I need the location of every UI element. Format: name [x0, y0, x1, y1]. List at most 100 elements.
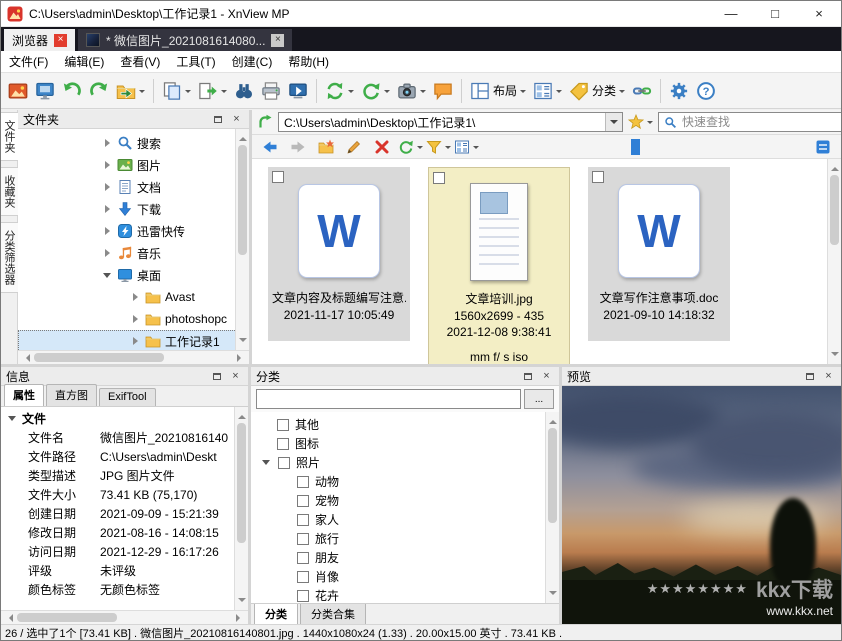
tab-close-icon[interactable] [271, 34, 284, 47]
folder-item-music[interactable]: 音乐 [18, 242, 249, 264]
property-row[interactable]: 修改日期2021-08-16 - 14:08:15 [4, 523, 233, 542]
category-checkbox[interactable] [297, 476, 309, 488]
tab-properties[interactable]: 属性 [4, 384, 44, 406]
file-item-selected[interactable]: 文章培训.jpg 1560x2699 - 435 2021-12-08 9:38… [428, 167, 570, 364]
tab-categories[interactable]: 分类 [254, 604, 298, 626]
folder-item-work-log[interactable]: 工作记录1 [18, 330, 249, 350]
scroll-thumb[interactable] [17, 613, 117, 622]
folder-item-desktop[interactable]: 桌面 [18, 264, 249, 286]
parent-folder-button[interactable] [257, 112, 273, 132]
expander-icon[interactable] [102, 270, 113, 281]
category-item-travel[interactable]: 旅行 [259, 529, 543, 548]
scroll-left-icon[interactable] [5, 614, 13, 622]
back-button[interactable] [257, 137, 283, 157]
tab-exiftool[interactable]: ExifTool [99, 388, 156, 406]
file-item[interactable]: 文章写作注意事项.doc 2021-09-10 14:18:32 [588, 167, 730, 341]
categories-vertical-scrollbar[interactable] [545, 412, 559, 603]
tab-category-sets[interactable]: 分类合集 [300, 604, 366, 626]
category-checkbox[interactable] [278, 457, 290, 469]
property-row[interactable]: 文件名微信图片_20210816140 [4, 428, 233, 447]
float-panel-button[interactable] [520, 369, 535, 384]
menu-create[interactable]: 创建(C) [224, 51, 281, 72]
expander-icon[interactable] [261, 457, 272, 468]
folder-item-pictures[interactable]: 图片 [18, 154, 249, 176]
copy-to-folder-button[interactable] [159, 77, 194, 105]
info-horizontal-scrollbar[interactable] [1, 610, 248, 624]
scroll-up-icon[interactable] [831, 163, 839, 171]
sidebar-tab-favorites[interactable]: 收藏夹 [0, 167, 19, 216]
expander-icon[interactable] [102, 160, 113, 171]
property-row[interactable]: 评级未评级 [4, 561, 233, 580]
info-vertical-scrollbar[interactable] [234, 407, 248, 610]
scroll-up-icon[interactable] [239, 133, 247, 141]
move-to-folder-button[interactable] [113, 77, 148, 105]
category-item-flowers[interactable]: 花卉 [259, 586, 543, 603]
close-panel-button[interactable] [229, 112, 244, 127]
menu-tools[interactable]: 工具(T) [168, 51, 223, 72]
filter-button[interactable] [425, 137, 451, 157]
preview-image[interactable]: ★★★★★★★★ kkx下载 www.kkx.net [562, 386, 841, 624]
expander-icon[interactable] [102, 248, 113, 259]
folders-vertical-scrollbar[interactable] [235, 129, 249, 350]
new-folder-button[interactable] [313, 137, 339, 157]
category-checkbox[interactable] [297, 514, 309, 526]
close-panel-button[interactable] [821, 369, 836, 384]
scroll-thumb[interactable] [34, 353, 164, 362]
category-checkbox[interactable] [297, 552, 309, 564]
thumbs-vertical-scrollbar[interactable] [827, 159, 841, 364]
layout-dropdown[interactable]: 布局 [467, 77, 529, 105]
link-button[interactable] [629, 77, 655, 105]
scroll-right-icon[interactable] [236, 614, 244, 622]
expander-icon[interactable] [130, 314, 141, 325]
tab-image[interactable]: * 微信图片_2021081614080... [78, 29, 292, 51]
category-more-button[interactable]: ... [524, 389, 554, 409]
view-mode-dropdown[interactable] [530, 77, 565, 105]
expander-icon[interactable] [102, 204, 113, 215]
file-checkbox[interactable] [433, 172, 445, 184]
file-item[interactable]: 文章内容及标题编写注意... 2021-11-17 10:05:49 [268, 167, 410, 341]
property-row[interactable]: 类型描述JPG 图片文件 [4, 466, 233, 485]
scroll-left-icon[interactable] [22, 354, 30, 362]
category-checkbox[interactable] [297, 495, 309, 507]
refresh-button[interactable] [397, 137, 423, 157]
category-item-family[interactable]: 家人 [259, 510, 543, 529]
property-row[interactable]: 访问日期2021-12-29 - 16:17:26 [4, 542, 233, 561]
redo-button[interactable] [86, 77, 112, 105]
scroll-up-icon[interactable] [549, 416, 557, 424]
sidebar-tab-filter[interactable]: 分类筛选器 [0, 222, 19, 293]
category-item-friends[interactable]: 朋友 [259, 548, 543, 567]
category-item-animals[interactable]: 动物 [259, 472, 543, 491]
scroll-down-icon[interactable] [238, 598, 246, 606]
category-checkbox[interactable] [297, 590, 309, 602]
folder-item-thunder[interactable]: 迅雷快传 [18, 220, 249, 242]
category-dropdown[interactable]: 分类 [566, 77, 628, 105]
close-panel-button[interactable] [228, 369, 243, 384]
property-row[interactable]: 文件路径C:\Users\admin\Deskt [4, 447, 233, 466]
scroll-thumb[interactable] [238, 145, 247, 255]
thumbnail-view-button[interactable] [453, 137, 479, 157]
category-item-pets[interactable]: 宠物 [259, 491, 543, 510]
tab-close-icon[interactable] [54, 34, 67, 47]
scroll-down-icon[interactable] [831, 352, 839, 360]
minimize-button[interactable]: — [709, 1, 753, 26]
folder-item-photoshopc[interactable]: photoshopc [18, 308, 249, 330]
expander-icon[interactable] [102, 182, 113, 193]
favorites-button[interactable] [628, 112, 653, 132]
menu-help[interactable]: 帮助(H) [280, 51, 337, 72]
category-checkbox[interactable] [297, 571, 309, 583]
export-button[interactable] [195, 77, 230, 105]
rename-button[interactable] [341, 137, 367, 157]
print-button[interactable] [258, 77, 284, 105]
path-dropdown-icon[interactable] [605, 113, 622, 131]
tab-histogram[interactable]: 直方图 [46, 384, 97, 406]
sidebar-tab-folders[interactable]: 文件夹 [0, 112, 19, 161]
close-button[interactable]: × [797, 1, 841, 26]
quick-search-input[interactable] [682, 115, 837, 129]
property-row[interactable]: 文件大小73.41 KB (75,170) [4, 485, 233, 504]
scroll-thumb[interactable] [237, 423, 246, 543]
float-panel-button[interactable] [210, 112, 225, 127]
float-panel-button[interactable] [209, 369, 224, 384]
category-checkbox[interactable] [277, 438, 289, 450]
expander-icon[interactable] [102, 138, 113, 149]
scroll-down-icon[interactable] [549, 591, 557, 599]
